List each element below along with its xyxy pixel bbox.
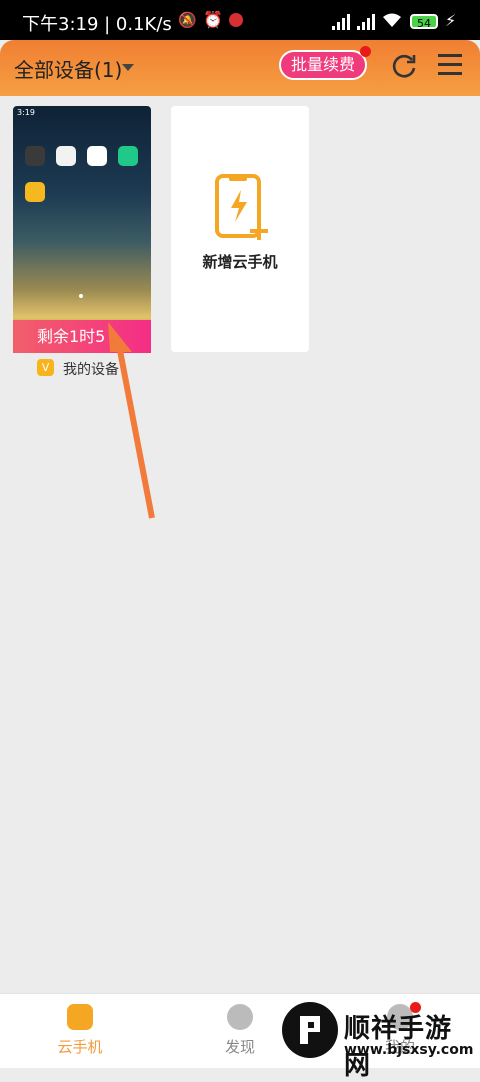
tab-label: 云手机: [57, 1038, 103, 1056]
discover-tab-icon: [227, 1004, 253, 1030]
site-watermark: 顺祥手游网 www.bjsxsy.com: [282, 1002, 474, 1081]
tab-discover[interactable]: 发现: [200, 1004, 280, 1057]
cloud-phone-tab-icon: [67, 1004, 93, 1030]
tab-label: 发现: [224, 1038, 255, 1056]
watermark-url: www.bjsxsy.com: [344, 1042, 474, 1058]
watermark-logo: [282, 1002, 338, 1058]
annotation-arrow: [108, 322, 155, 519]
tab-cloud-phone[interactable]: 云手机: [40, 1004, 120, 1057]
